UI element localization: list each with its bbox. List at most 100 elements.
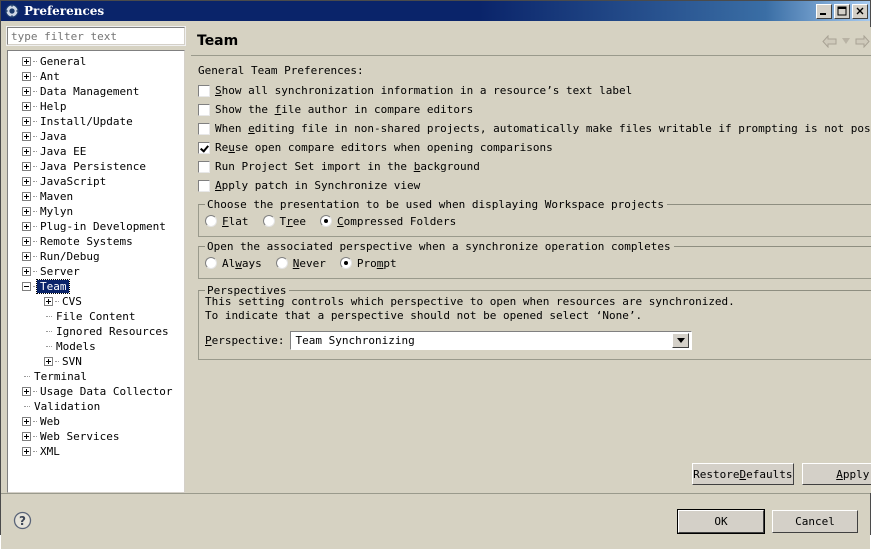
tree-item-data-management[interactable]: Data Management bbox=[8, 84, 184, 99]
tree-expand-plus-icon[interactable] bbox=[44, 297, 53, 306]
arrow-left-icon[interactable] bbox=[822, 34, 837, 48]
tree-expand-plus-icon[interactable] bbox=[22, 162, 31, 171]
checkbox-checked-icon[interactable] bbox=[198, 141, 210, 154]
checkbox-label-pre: Show the bbox=[215, 103, 275, 116]
presentation-radio-row: Flat Tree Compressed Folders bbox=[205, 212, 871, 230]
tree-item-label: SVN bbox=[62, 355, 82, 368]
tree-expand-plus-icon[interactable] bbox=[22, 267, 31, 276]
tree-item-svn[interactable]: SVN bbox=[8, 354, 184, 369]
radio-unselected-icon[interactable] bbox=[262, 215, 275, 227]
tree-item-java-ee[interactable]: Java EE bbox=[8, 144, 184, 159]
tree-item-terminal[interactable]: Terminal bbox=[8, 369, 184, 384]
checkbox-row[interactable]: Show all synchronization information in … bbox=[198, 81, 871, 100]
maximize-button[interactable] bbox=[834, 3, 850, 19]
tree-expand-plus-icon[interactable] bbox=[22, 417, 31, 426]
tree-item-web-services[interactable]: Web Services bbox=[8, 429, 184, 444]
radio-option[interactable]: Always bbox=[205, 257, 262, 270]
tree-item-java-persistence[interactable]: Java Persistence bbox=[8, 159, 184, 174]
filter-input[interactable] bbox=[6, 26, 186, 46]
chevron-down-icon[interactable] bbox=[672, 333, 690, 348]
preferences-tree[interactable]: General Ant Data Management Help Install/Upd… bbox=[7, 50, 185, 493]
radio-unselected-icon[interactable] bbox=[205, 215, 217, 227]
arrow-right-icon[interactable] bbox=[855, 34, 870, 48]
tree-expand-plus-icon[interactable] bbox=[22, 57, 31, 66]
tree-item-mylyn[interactable]: Mylyn bbox=[8, 204, 184, 219]
tree-item-web[interactable]: Web bbox=[8, 414, 184, 429]
tree-connector bbox=[31, 129, 37, 144]
tree-expand-plus-icon[interactable] bbox=[22, 177, 31, 186]
tree-item-team[interactable]: Team bbox=[8, 279, 184, 294]
radio-selected-icon[interactable] bbox=[320, 215, 332, 227]
tree-item-general[interactable]: General bbox=[8, 54, 184, 69]
checkbox-row[interactable]: Apply patch in Synchronize view bbox=[198, 176, 871, 195]
tree-expand-plus-icon[interactable] bbox=[22, 447, 31, 456]
checkbox-unchecked-icon[interactable] bbox=[198, 179, 210, 192]
minimize-button[interactable] bbox=[816, 3, 832, 19]
checkbox-unchecked-icon[interactable] bbox=[198, 103, 210, 116]
radio-option[interactable]: Tree bbox=[262, 215, 306, 228]
checkbox-row[interactable]: When editing file in non-shared projects… bbox=[198, 119, 871, 138]
tree-expand-plus-icon[interactable] bbox=[22, 387, 31, 396]
tree-expand-plus-icon[interactable] bbox=[22, 237, 31, 246]
radio-option[interactable]: Never bbox=[275, 257, 326, 270]
tree-item-plug-in-development[interactable]: Plug-in Development bbox=[8, 219, 184, 234]
tree-item-ant[interactable]: Ant bbox=[8, 69, 184, 84]
checkbox-unchecked-icon[interactable] bbox=[198, 122, 210, 135]
tree-expand-plus-icon[interactable] bbox=[22, 132, 31, 141]
tree-item-help[interactable]: Help bbox=[8, 99, 184, 114]
apply-button[interactable]: Apply bbox=[801, 463, 871, 485]
restore-defaults-button[interactable]: Restore Defaults bbox=[691, 463, 794, 485]
tree-item-validation[interactable]: Validation bbox=[8, 399, 184, 414]
help-question-icon[interactable]: ? bbox=[13, 511, 32, 533]
ok-button[interactable]: OK bbox=[677, 509, 765, 534]
tree-connector bbox=[31, 429, 37, 444]
tree-item-maven[interactable]: Maven bbox=[8, 189, 184, 204]
tree-expand-plus-icon[interactable] bbox=[22, 87, 31, 96]
tree-expand-plus-icon[interactable] bbox=[22, 192, 31, 201]
tree-item-xml[interactable]: XML bbox=[8, 444, 184, 459]
tree-item-remote-systems[interactable]: Remote Systems bbox=[8, 234, 184, 249]
tree-expand-plus-icon[interactable] bbox=[44, 357, 53, 366]
tree-item-label: Plug-in Development bbox=[40, 220, 166, 233]
radio-unselected-icon[interactable] bbox=[205, 257, 217, 269]
tree-item-run-debug[interactable]: Run/Debug bbox=[8, 249, 184, 264]
tree-leaf-connector-icon bbox=[44, 312, 53, 321]
checkbox-row[interactable]: Show the file author in compare editors bbox=[198, 100, 871, 119]
radio-option[interactable]: Flat bbox=[205, 215, 249, 228]
checkbox-row[interactable]: Reuse open compare editors when opening … bbox=[198, 138, 871, 157]
radio-option[interactable]: Compressed Folders bbox=[320, 215, 456, 228]
tree-item-server[interactable]: Server bbox=[8, 264, 184, 279]
radio-unselected-icon[interactable] bbox=[275, 257, 288, 269]
tree-item-java[interactable]: Java bbox=[8, 129, 184, 144]
checkbox-row[interactable]: Run Project Set import in the background bbox=[198, 157, 871, 176]
tree-item-ignored-resources[interactable]: Ignored Resources bbox=[8, 324, 184, 339]
checkbox-unchecked-icon[interactable] bbox=[198, 84, 210, 97]
tree-expand-plus-icon[interactable] bbox=[22, 252, 31, 261]
chevron-down-icon[interactable] bbox=[841, 38, 850, 44]
close-button[interactable] bbox=[852, 3, 868, 19]
tree-expand-plus-icon[interactable] bbox=[22, 117, 31, 126]
tree-item-file-content[interactable]: File Content bbox=[8, 309, 184, 324]
tree-item-install-update[interactable]: Install/Update bbox=[8, 114, 184, 129]
tree-expand-plus-icon[interactable] bbox=[22, 432, 31, 441]
tree-expand-plus-icon[interactable] bbox=[22, 222, 31, 231]
tree-expand-plus-icon[interactable] bbox=[22, 207, 31, 216]
tree-expand-plus-icon[interactable] bbox=[22, 147, 31, 156]
tree-item-cvs[interactable]: CVS bbox=[8, 294, 184, 309]
tree-expand-plus-icon[interactable] bbox=[22, 102, 31, 111]
restore-defaults-pre: Restore bbox=[693, 467, 740, 481]
radio-option-label: Compressed Folders bbox=[337, 215, 456, 228]
radio-option[interactable]: Prompt bbox=[339, 257, 397, 270]
radio-selected-icon[interactable] bbox=[339, 257, 352, 269]
checkbox-label-pre: Re bbox=[215, 141, 229, 154]
checkbox-label-mnemonic: e bbox=[248, 122, 255, 135]
tree-item-usage-data-collector[interactable]: Usage Data Collector bbox=[8, 384, 184, 399]
checkbox-unchecked-icon[interactable] bbox=[198, 160, 210, 173]
tree-item-models[interactable]: Models bbox=[8, 339, 184, 354]
tree-collapse-minus-icon[interactable] bbox=[22, 282, 31, 291]
cancel-button[interactable]: Cancel bbox=[772, 510, 858, 533]
perspective-combo[interactable]: Team Synchronizing bbox=[289, 330, 694, 351]
tree-item-javascript[interactable]: JavaScript bbox=[8, 174, 184, 189]
tree-expand-plus-icon[interactable] bbox=[22, 72, 31, 81]
